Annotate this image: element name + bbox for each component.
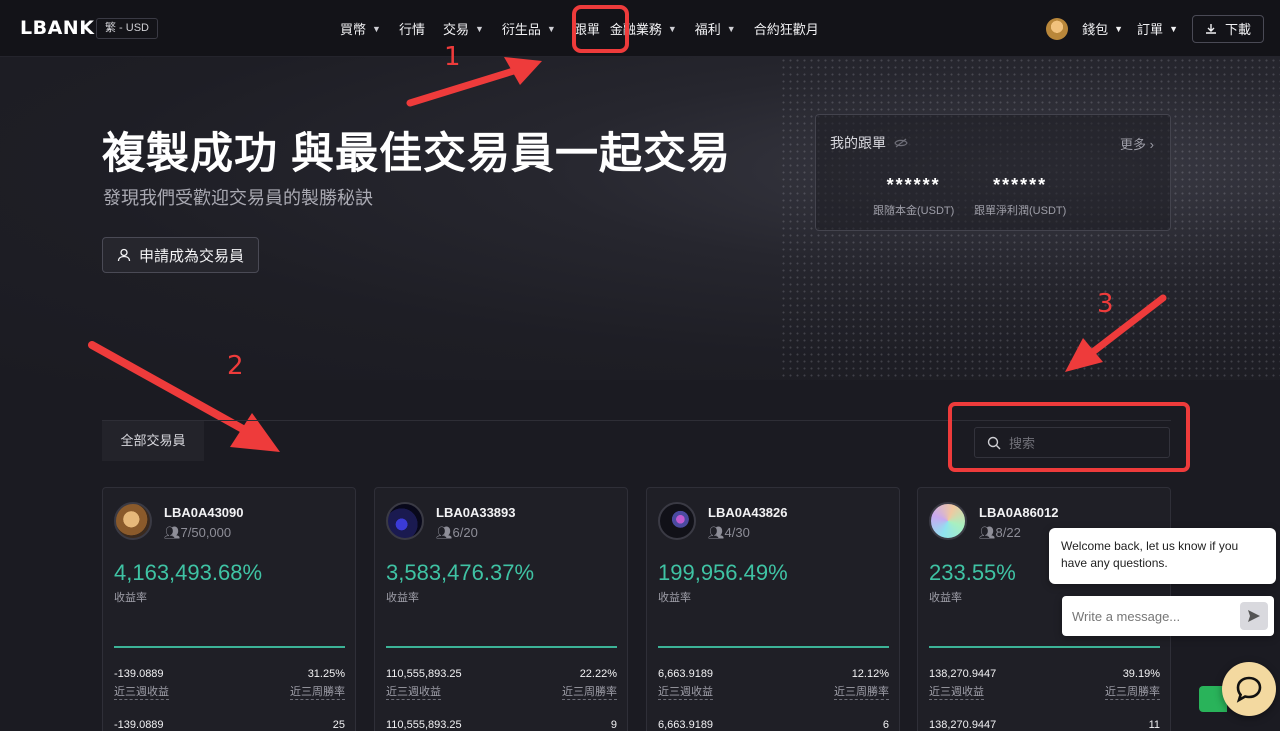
followers-icon: 👥︎ [708,525,725,540]
stats-labels: 近三週收益 近三周勝率 [114,683,345,700]
trader-avatar [114,502,152,540]
eye-hidden-icon[interactable] [894,138,908,148]
roi-sparkline [114,646,345,648]
chevron-down-icon: ▼ [546,23,556,34]
annotation-number-3: 3 [1097,289,1114,319]
trader-followers: 👥︎6/20 [436,525,478,540]
menu-item-buy-crypto[interactable]: 買幣 ▼ [340,19,381,38]
trader-avatar [929,502,967,540]
annotation-arrow-3 [1065,294,1167,372]
trader-followers: 👥︎7/50,000 [164,525,232,540]
menu-item-futures-carnival[interactable]: 合約狂歡月 [754,19,819,38]
chat-icon [1236,676,1262,703]
user-avatar[interactable] [1046,17,1069,40]
followers-icon: 👥︎ [436,525,453,540]
chat-welcome-bubble: Welcome back, let us know if you have an… [1049,528,1276,584]
trader-card[interactable]: LBA0A33893 👥︎6/20 3,583,476.37% 收益率 110,… [374,487,628,731]
lbank-logo[interactable]: LBANK [20,17,94,39]
chevron-down-icon: ▼ [726,23,736,34]
trader-roi: 4,163,493.68% [114,560,263,585]
roi-sparkline [929,646,1160,648]
trader-name: LBA0A43090 [164,505,244,520]
copy-principal-stat: ****** 跟隨本金(USDT) [873,175,955,217]
hero-subtitle: 發現我們受歡迎交易員的製勝秘訣 [103,188,373,208]
stats-row-2: 110,555,893.25 9 [386,719,617,731]
stats-row: 110,555,893.25 22.22% [386,668,617,680]
stats-row: -139.0889 31.25% [114,668,345,680]
trader-card[interactable]: LBA0A43826 👥︎4/30 199,956.49% 收益率 6,663.… [646,487,900,731]
chat-message-input[interactable]: Write a message... [1062,596,1274,636]
roi-label: 收益率 [658,592,691,604]
annotation-highlight-search [948,402,1190,472]
stats-row: 6,663.9189 12.12% [658,668,889,680]
roi-sparkline [658,646,889,648]
annotation-arrow-1 [406,57,542,107]
apply-trader-button[interactable]: 申請成為交易員 [102,237,260,273]
stats-labels: 近三週收益 近三周勝率 [386,683,617,700]
chevron-down-icon: ▼ [1169,23,1178,34]
menu-item-derivatives[interactable]: 衍生品 ▼ [502,19,556,38]
followers-icon: 👥︎ [979,525,996,540]
trader-avatar [658,502,696,540]
trader-roi: 233.55% [929,560,1016,585]
wallet-menu[interactable]: 錢包 ▼ [1082,19,1123,38]
stats-row-2: 138,270.9447 11 [929,719,1160,731]
roi-label: 收益率 [929,592,962,604]
download-icon [1205,23,1216,34]
trader-avatar [386,502,424,540]
tab-all-traders[interactable]: 全部交易員 [102,421,204,461]
chevron-down-icon: ▼ [372,23,381,34]
send-icon [1248,610,1260,622]
annotation-highlight-copy-trading [572,5,629,53]
menu-item-trade[interactable]: 交易 ▼ [443,19,484,38]
trader-roi: 199,956.49% [658,560,788,585]
trader-followers: 👥︎4/30 [708,525,750,540]
stats-row: 138,270.9447 39.19% [929,668,1160,680]
copy-net-profit-stat: ****** 跟單淨利潤(USDT) [974,175,1067,217]
hero-title: 複製成功 與最佳交易員一起交易 [102,130,731,178]
roi-sparkline [386,646,617,648]
trader-name: LBA0A86012 [979,505,1059,520]
trader-name: LBA0A43826 [708,505,788,520]
orders-menu[interactable]: 訂單 ▼ [1137,19,1178,38]
roi-label: 收益率 [386,592,419,604]
roi-label: 收益率 [114,592,147,604]
chevron-right-icon: › [1149,137,1154,152]
send-button[interactable] [1240,602,1268,630]
chevron-down-icon: ▼ [667,23,677,34]
chat-launcher-button[interactable] [1222,662,1276,716]
trader-name: LBA0A33893 [436,505,516,520]
stats-labels: 近三週收益 近三周勝率 [929,683,1160,700]
top-nav: LBANK 繁 - USD 買幣 ▼ 行情 交易 ▼ 衍生品 ▼ 跟單 金融業務 ▼ 福… [0,0,1280,57]
trader-followers: 👥︎8/22 [979,525,1021,540]
more-link[interactable]: 更多 › [1120,134,1154,153]
menu-item-rewards[interactable]: 福利 ▼ [695,19,736,38]
followers-icon: 👥︎ [164,525,181,540]
chevron-down-icon: ▼ [1114,23,1124,34]
user-nav: 錢包 ▼ 訂單 ▼ 下載 [1046,0,1264,57]
stats-row-2: -139.0889 25 [114,719,345,731]
annotation-number-1: 1 [444,42,461,72]
annotation-number-2: 2 [227,351,244,381]
stats-row-2: 6,663.9189 6 [658,719,889,731]
stats-labels: 近三週收益 近三周勝率 [658,683,889,700]
my-copy-title: 我的跟單 [830,133,908,153]
user-icon [117,248,131,262]
chevron-down-icon: ▼ [474,23,484,34]
menu-item-markets[interactable]: 行情 [399,19,425,38]
download-button[interactable]: 下載 [1191,14,1264,43]
trader-roi: 3,583,476.37% [386,560,535,585]
trader-card[interactable]: LBA0A43090 👥︎7/50,000 4,163,493.68% 收益率 … [102,487,356,731]
locale-currency-selector[interactable]: 繁 - USD [96,18,158,39]
my-copy-trading-card: 我的跟單 更多 › ****** 跟隨本金(USDT) ****** 跟單淨利潤… [815,114,1171,231]
